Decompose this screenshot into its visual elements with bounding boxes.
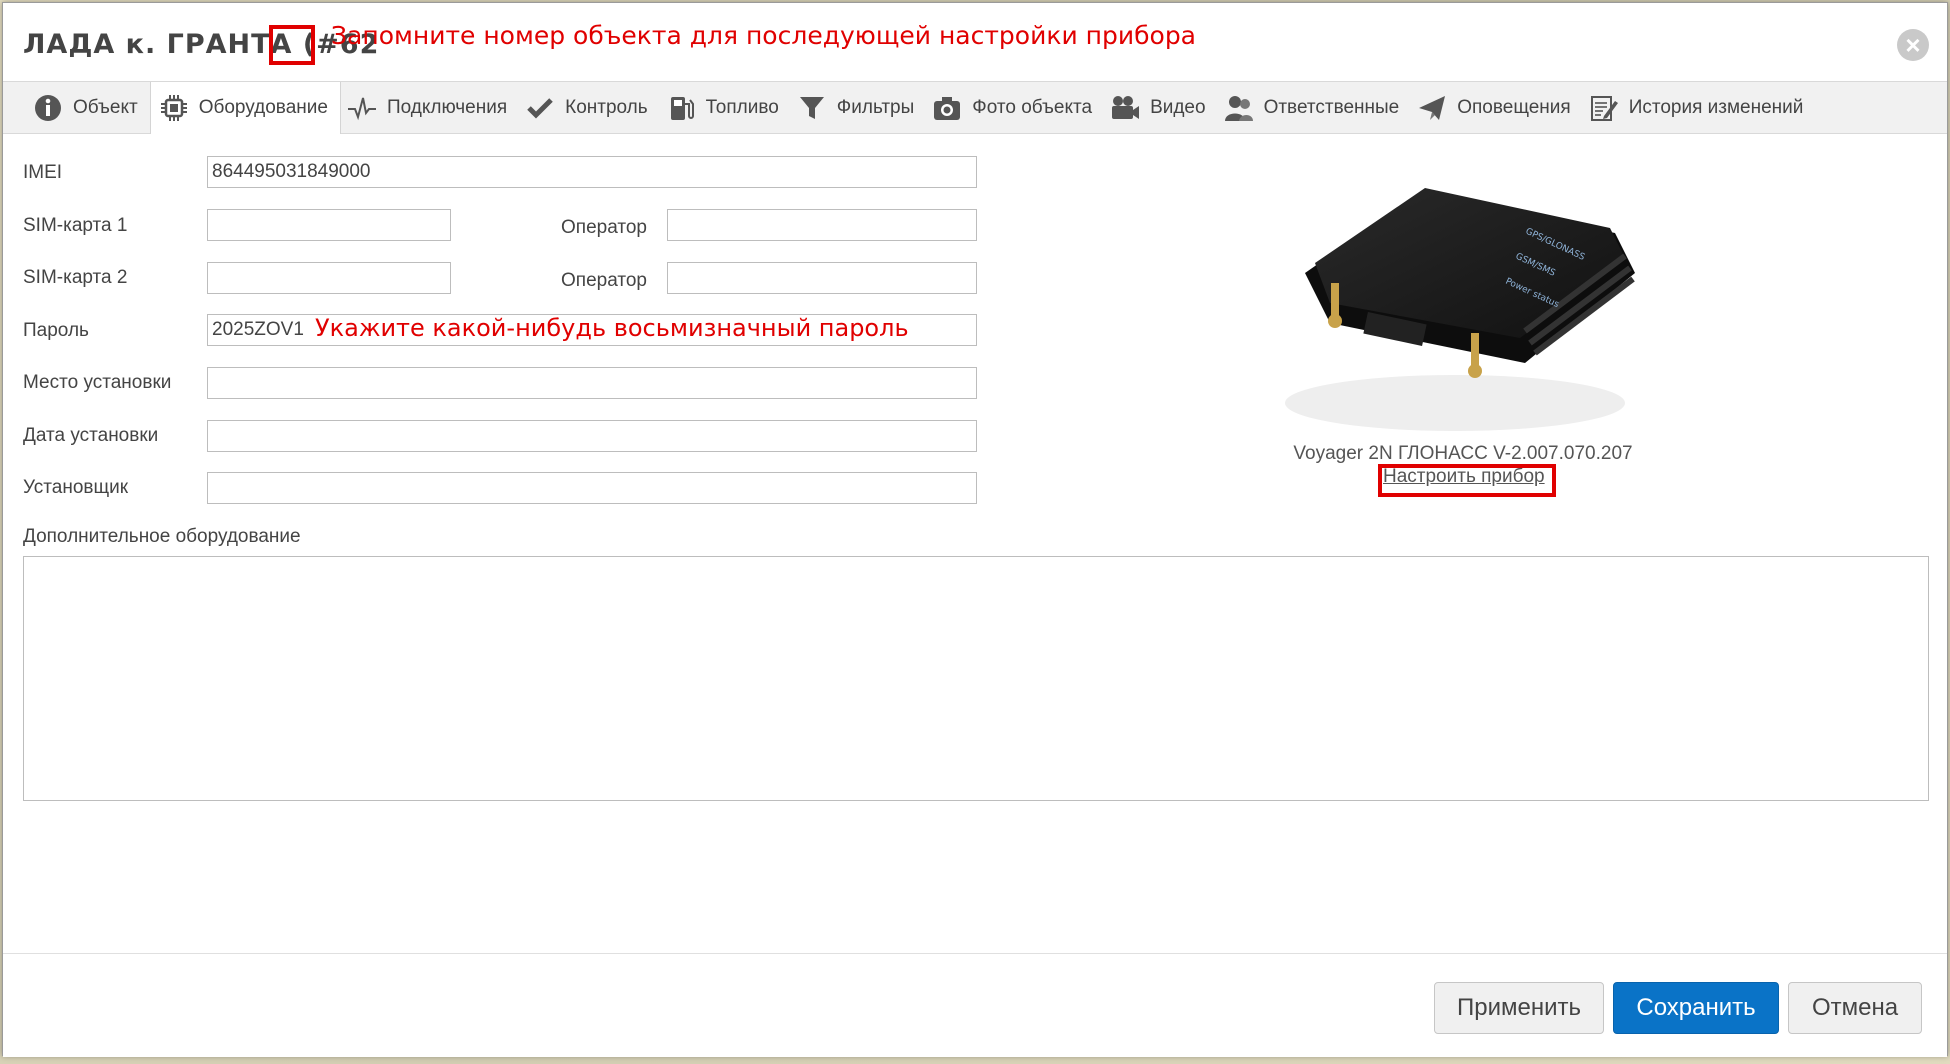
object-dialog: ЛАДА к. ГРАНТА (#62 Запомните номер объе… bbox=[2, 2, 1948, 1057]
edit-history-icon bbox=[1589, 93, 1619, 123]
tab-object[interactable]: Объект bbox=[27, 82, 150, 133]
dialog-titlebar: ЛАДА к. ГРАНТА (#62 Запомните номер объе… bbox=[3, 3, 1947, 81]
installer-label: Установщик bbox=[23, 477, 129, 498]
tab-label: Объект bbox=[73, 96, 138, 118]
extra-equipment-label: Дополнительное оборудование bbox=[23, 526, 301, 547]
imei-label: IMEI bbox=[23, 162, 63, 183]
install-date-input[interactable] bbox=[207, 420, 977, 452]
tab-label: Видео bbox=[1150, 96, 1206, 118]
close-icon[interactable]: × bbox=[1897, 29, 1929, 61]
sim1-label: SIM-карта 1 bbox=[23, 215, 128, 236]
tab-responsible[interactable]: Ответственные bbox=[1218, 82, 1412, 133]
operator1-label: Оператор bbox=[561, 217, 647, 238]
video-camera-icon bbox=[1110, 93, 1140, 123]
filter-icon bbox=[797, 93, 827, 123]
tab-label: Оборудование bbox=[198, 97, 328, 118]
cancel-button[interactable]: Отмена bbox=[1788, 982, 1922, 1034]
operator1-input[interactable] bbox=[667, 209, 977, 241]
imei-input[interactable]: 864495031849000 bbox=[207, 156, 977, 188]
pulse-icon bbox=[347, 93, 377, 123]
sim1-input[interactable] bbox=[207, 209, 451, 241]
tab-label: Топливо bbox=[705, 96, 779, 118]
device-image: GPS/GLONASS GSM/SMS Power status bbox=[1235, 153, 1655, 443]
tab-photo[interactable]: Фото объекта bbox=[926, 82, 1104, 133]
users-icon bbox=[1224, 93, 1254, 123]
configure-link-highlight bbox=[1378, 464, 1556, 497]
operator2-label: Оператор bbox=[561, 270, 647, 291]
checkmark-icon bbox=[525, 93, 555, 123]
tab-filters[interactable]: Фильтры bbox=[791, 82, 926, 133]
apply-button[interactable]: Применить bbox=[1434, 982, 1604, 1034]
tab-label: Фото объекта bbox=[972, 96, 1093, 118]
dialog-title: ЛАДА к. ГРАНТА (#62 bbox=[23, 29, 380, 60]
tab-label: Подключения bbox=[386, 96, 508, 118]
tab-history[interactable]: История изменений bbox=[1583, 82, 1816, 133]
tab-video[interactable]: Видео bbox=[1104, 82, 1218, 133]
installer-input[interactable] bbox=[207, 472, 977, 504]
install-place-input[interactable] bbox=[207, 367, 977, 399]
paper-plane-icon bbox=[1417, 93, 1447, 123]
camera-icon bbox=[932, 93, 962, 123]
tab-label: Оповещения bbox=[1457, 96, 1571, 118]
install-place-label: Место установки bbox=[23, 372, 172, 393]
device-caption: Voyager 2N ГЛОНАСС V-2.007.070.207 bbox=[1293, 443, 1633, 464]
password-label: Пароль bbox=[23, 320, 89, 341]
extra-equipment-textarea[interactable] bbox=[23, 556, 1929, 801]
tab-label: Контроль bbox=[565, 96, 648, 118]
sim2-input[interactable] bbox=[207, 262, 451, 294]
object-id-annotation: Запомните номер объекта для последующей … bbox=[331, 21, 1197, 50]
chip-icon bbox=[159, 93, 189, 123]
save-button[interactable]: Сохранить bbox=[1613, 982, 1779, 1034]
tab-label: История изменений bbox=[1628, 96, 1804, 118]
tab-fuel[interactable]: Топливо bbox=[660, 82, 791, 133]
tab-label: Ответственные bbox=[1263, 96, 1400, 118]
fuel-pump-icon bbox=[666, 93, 696, 123]
sim2-label: SIM-карта 2 bbox=[23, 267, 128, 288]
tab-equipment[interactable]: Оборудование bbox=[149, 82, 341, 134]
tab-bar: Объект Оборудование Подключения Контроль… bbox=[3, 81, 1947, 134]
tab-connections[interactable]: Подключения bbox=[341, 82, 519, 133]
info-icon bbox=[33, 93, 63, 123]
tab-control[interactable]: Контроль bbox=[519, 82, 660, 133]
install-date-label: Дата установки bbox=[23, 425, 159, 446]
operator2-input[interactable] bbox=[667, 262, 977, 294]
password-annotation: Укажите какой-нибудь восьмизначный парол… bbox=[315, 314, 909, 342]
tab-notifications[interactable]: Оповещения bbox=[1411, 82, 1582, 133]
object-id-highlight bbox=[269, 25, 315, 65]
tab-label: Фильтры bbox=[836, 96, 915, 118]
